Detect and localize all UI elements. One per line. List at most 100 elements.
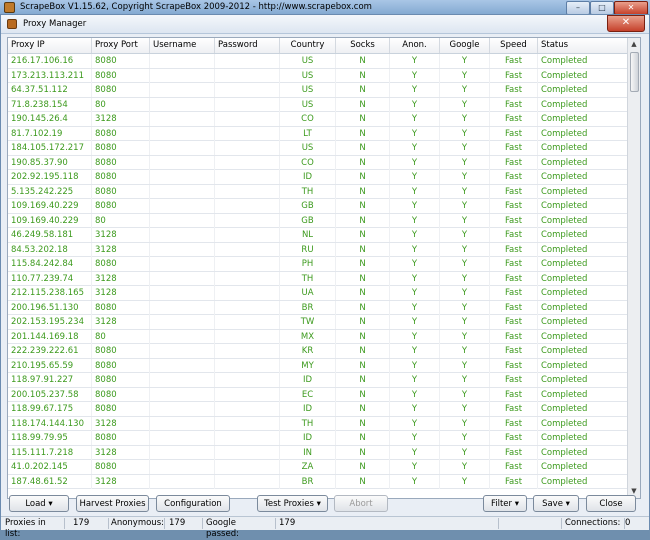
cell-country: LT	[280, 126, 336, 141]
column-header-speed[interactable]: Speed	[490, 38, 538, 53]
table-row[interactable]: 201.144.169.18 80 MX N Y Y Fast Completed	[8, 329, 628, 344]
window-close-button[interactable]: ✕	[607, 15, 645, 32]
column-header-proxy-port[interactable]: Proxy Port	[92, 38, 150, 53]
table-row[interactable]: 200.105.237.58 8080 EC N Y Y Fast Completed	[8, 387, 628, 402]
column-header-socks[interactable]: Socks	[336, 38, 390, 53]
cell-socks: N	[336, 83, 390, 97]
column-header-country[interactable]: Country	[280, 38, 336, 53]
cell-country: ID	[280, 402, 336, 416]
cell-status: Completed	[538, 329, 628, 344]
google-passed-label: Google passed:	[206, 518, 276, 539]
table-row[interactable]: 46.249.58.181 3128 NL N Y Y Fast Completed	[8, 228, 628, 243]
close-button[interactable]: Close	[586, 495, 636, 512]
cell-socks: N	[336, 387, 390, 402]
cell-status: Completed	[538, 68, 628, 83]
cell-password	[215, 474, 280, 489]
status-bar: Proxies in list: 179 Anonymous: 179 Goog…	[1, 516, 649, 539]
cell-status: Completed	[538, 416, 628, 431]
column-header-proxy-ip[interactable]: Proxy IP	[8, 38, 92, 53]
cell-speed: Fast	[490, 344, 538, 358]
table-row[interactable]: 202.153.195.234 3128 TW N Y Y Fast Completed	[8, 315, 628, 330]
table-row[interactable]: 118.97.91.227 8080 ID N Y Y Fast Completed	[8, 373, 628, 388]
table-row[interactable]: 173.213.113.211 8080 US N Y Y Fast Completed	[8, 68, 628, 83]
cell-proxy-ip: 212.115.238.165	[8, 286, 92, 300]
cell-password	[215, 68, 280, 83]
test-proxies-button[interactable]: Test Proxies ▾	[257, 495, 328, 512]
cell-proxy-ip: 115.111.7.218	[8, 445, 92, 460]
cell-username	[150, 460, 215, 474]
cell-proxy-port: 8080	[92, 387, 150, 402]
cell-proxy-port: 8080	[92, 141, 150, 155]
table-row[interactable]: 212.115.238.165 3128 UA N Y Y Fast Completed	[8, 286, 628, 301]
table-row[interactable]: 190.145.26.4 3128 CO N Y Y Fast Completed	[8, 112, 628, 127]
cell-anon: Y	[390, 358, 440, 373]
table-row[interactable]: 64.37.51.112 8080 US N Y Y Fast Completed	[8, 83, 628, 98]
column-header-anon[interactable]: Anon.	[390, 38, 440, 53]
cell-socks: N	[336, 286, 390, 300]
table-row[interactable]: 115.84.242.84 8080 PH N Y Y Fast Completed	[8, 257, 628, 272]
maximize-button[interactable]: □	[590, 1, 614, 15]
table-row[interactable]: 71.8.238.154 80 US N Y Y Fast Completed	[8, 97, 628, 112]
abort-button[interactable]: Abort	[334, 495, 388, 512]
column-header-username[interactable]: Username	[150, 38, 215, 53]
cell-proxy-port: 8080	[92, 184, 150, 199]
filter-button[interactable]: Filter ▾	[483, 495, 527, 512]
proxy-table[interactable]: Proxy IP Proxy Port Username Password Countr…	[7, 37, 641, 499]
column-header-password[interactable]: Password	[215, 38, 280, 53]
table-row[interactable]: 118.99.79.95 8080 ID N Y Y Fast Completed	[8, 431, 628, 446]
load-button[interactable]: Load ▾	[9, 495, 69, 512]
cell-country: TH	[280, 271, 336, 286]
table-row[interactable]: 118.99.67.175 8080 ID N Y Y Fast Completed	[8, 402, 628, 417]
table-row[interactable]: 109.169.40.229 8080 GB N Y Y Fast Completed	[8, 199, 628, 214]
harvest-proxies-button[interactable]: Harvest Proxies	[76, 495, 149, 512]
cell-password	[215, 402, 280, 416]
table-row[interactable]: 84.53.202.18 3128 RU N Y Y Fast Completed	[8, 242, 628, 257]
cell-socks: N	[336, 155, 390, 170]
column-header-google[interactable]: Google	[440, 38, 490, 53]
proxies-in-list-label: Proxies in list:	[5, 518, 65, 539]
table-row[interactable]: 184.105.172.217 8080 US N Y Y Fast Completed	[8, 141, 628, 156]
cell-country: NL	[280, 228, 336, 242]
table-row[interactable]: 118.174.144.130 3128 TH N Y Y Fast Completed	[8, 416, 628, 431]
table-row[interactable]: 202.92.195.118 8080 ID N Y Y Fast Completed	[8, 170, 628, 185]
cell-country: US	[280, 68, 336, 83]
vertical-scrollbar[interactable]: ▲ ▼	[627, 38, 640, 498]
table-row[interactable]: 187.48.61.52 3128 BR N Y Y Fast Completed	[8, 474, 628, 489]
table-row[interactable]: 5.135.242.225 8080 TH N Y Y Fast Completed	[8, 184, 628, 199]
cell-google: Y	[440, 445, 490, 460]
table-row[interactable]: 216.17.106.16 8080 US N Y Y Fast Completed	[8, 54, 628, 69]
table-row[interactable]: 222.239.222.61 8080 KR N Y Y Fast Completed	[8, 344, 628, 359]
connections-count: 0	[625, 518, 631, 528]
configuration-button[interactable]: Configuration	[156, 495, 230, 512]
column-header-status[interactable]: Status	[538, 38, 628, 53]
cell-google: Y	[440, 286, 490, 300]
cell-proxy-port: 8080	[92, 300, 150, 315]
cell-password	[215, 358, 280, 373]
cell-status: Completed	[538, 242, 628, 257]
scroll-up-arrow-icon[interactable]: ▲	[629, 39, 639, 49]
cell-anon: Y	[390, 155, 440, 170]
cell-proxy-ip: 173.213.113.211	[8, 68, 92, 83]
cell-speed: Fast	[490, 112, 538, 126]
table-row[interactable]: 81.7.102.19 8080 LT N Y Y Fast Completed	[8, 126, 628, 141]
table-row[interactable]: 210.195.65.59 8080 MY N Y Y Fast Completed	[8, 358, 628, 373]
cell-status: Completed	[538, 373, 628, 387]
minimize-button[interactable]: –	[566, 1, 590, 15]
window-titlebar: Proxy Manager ✕	[1, 15, 649, 34]
save-button[interactable]: Save ▾	[533, 495, 579, 512]
table-row[interactable]: 41.0.202.145 8080 ZA N Y Y Fast Completed	[8, 460, 628, 475]
cell-speed: Fast	[490, 155, 538, 170]
app-close-button[interactable]: ✕	[614, 1, 648, 15]
cell-username	[150, 431, 215, 445]
cell-country: US	[280, 54, 336, 68]
scroll-thumb[interactable]	[630, 52, 639, 92]
table-row[interactable]: 200.196.51.130 8080 BR N Y Y Fast Completed	[8, 300, 628, 315]
table-body[interactable]: 216.17.106.16 8080 US N Y Y Fast Completed 173.2…	[8, 54, 628, 489]
cell-google: Y	[440, 228, 490, 242]
cell-proxy-port: 80	[92, 329, 150, 344]
table-row[interactable]: 115.111.7.218 3128 IN N Y Y Fast Completed	[8, 445, 628, 460]
table-row[interactable]: 190.85.37.90 8080 CO N Y Y Fast Completed	[8, 155, 628, 170]
table-row[interactable]: 110.77.239.74 3128 TH N Y Y Fast Completed	[8, 271, 628, 286]
table-row[interactable]: 109.169.40.229 80 GB N Y Y Fast Completed	[8, 213, 628, 228]
cell-proxy-port: 8080	[92, 155, 150, 170]
